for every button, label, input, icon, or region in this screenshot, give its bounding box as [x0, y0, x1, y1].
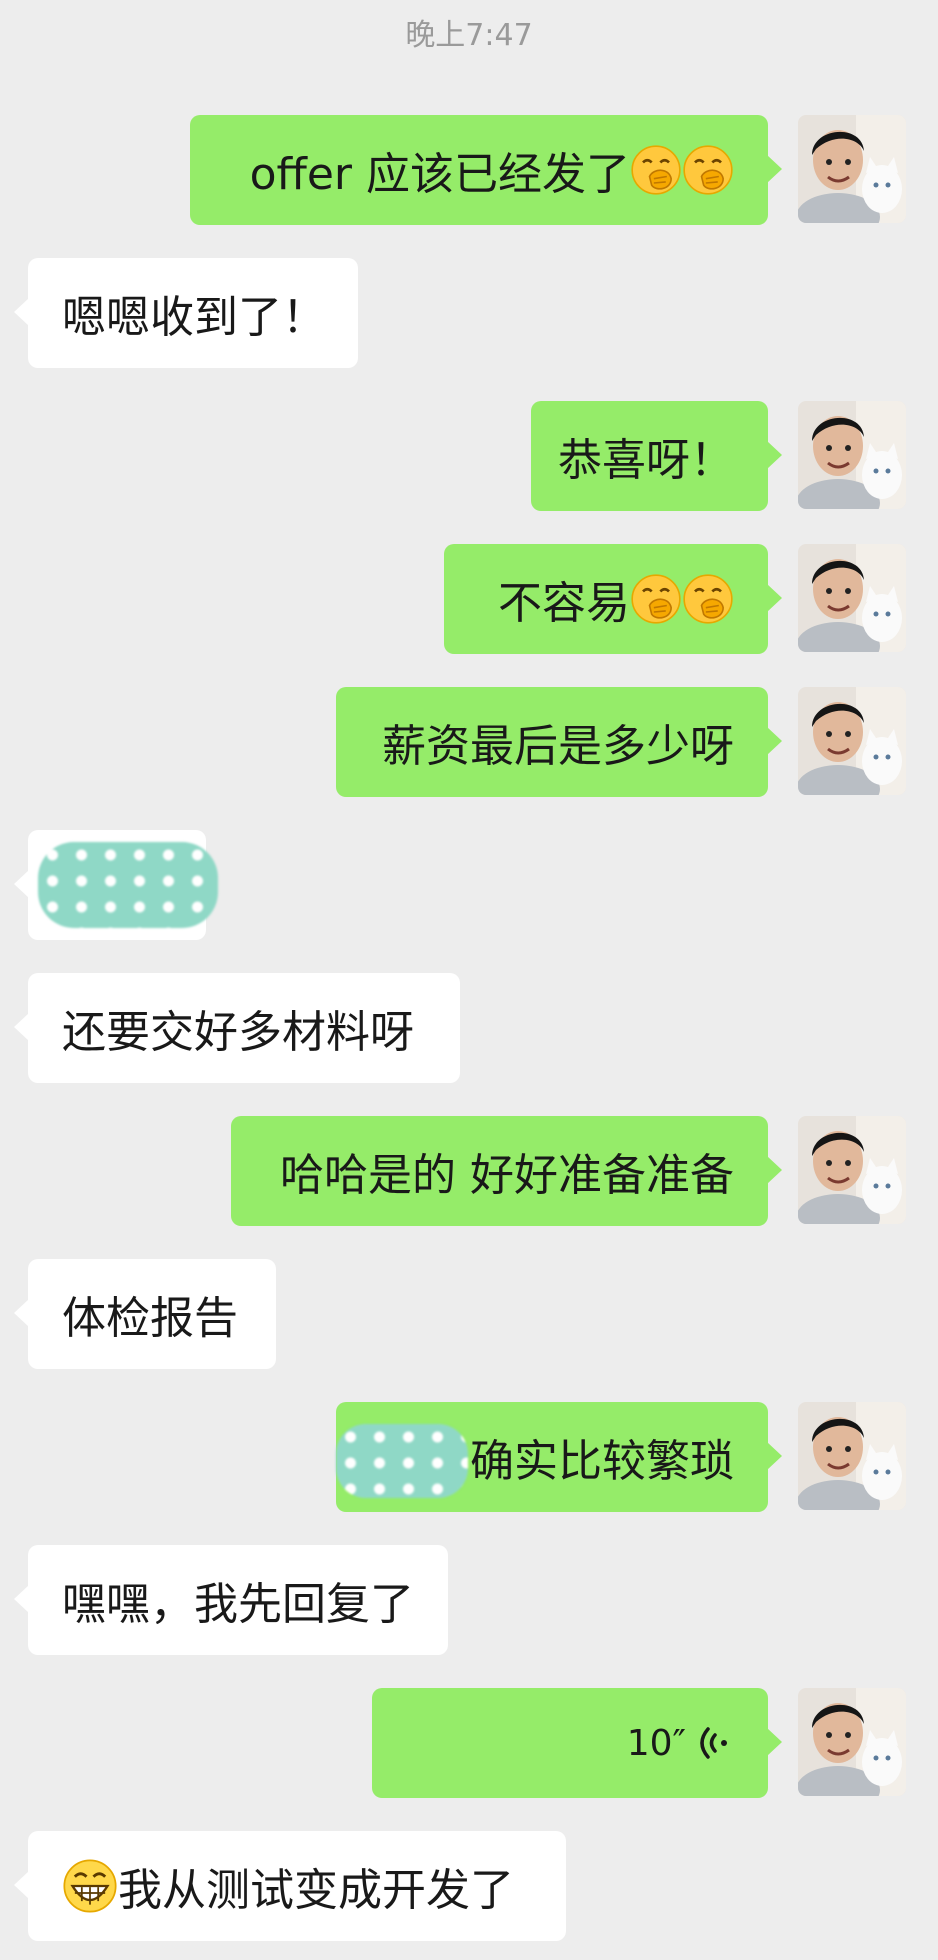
message-bubble-outgoing[interactable]: 哈哈是的 好好准备准备 — [231, 1116, 782, 1226]
redaction-mask — [336, 1424, 468, 1498]
message-row — [0, 830, 938, 940]
message-text: 嘿嘿，我先回复了 — [62, 1579, 414, 1630]
message-text: 嗯嗯收到了！ — [62, 292, 326, 343]
message-bubble-incoming[interactable]: 嘿嘿，我先回复了 — [14, 1545, 448, 1655]
message-bubble-outgoing[interactable]: 恭喜呀！ — [531, 401, 782, 511]
message-text: 恭喜呀！ — [558, 435, 734, 486]
message-bubble-outgoing[interactable]: 薪资最后是多少呀 — [336, 687, 782, 797]
message-bubble-incoming[interactable]: 我从测试变成开发了 — [14, 1831, 566, 1941]
message-bubble-outgoing[interactable]: 确实比较繁琐 — [336, 1402, 782, 1512]
avatar[interactable] — [798, 687, 906, 795]
face-with-hand-over-mouth-icon — [630, 573, 682, 625]
avatar[interactable] — [798, 1688, 906, 1796]
message-bubble-incoming-redacted[interactable] — [14, 830, 218, 940]
message-text: 不容易 — [498, 578, 630, 629]
avatar[interactable] — [798, 544, 906, 652]
message-row: 10″ — [0, 1688, 938, 1798]
redaction-mask — [38, 842, 218, 928]
voice-duration: 10″ — [626, 1722, 686, 1764]
message-row: offer 应该已经发了 — [0, 115, 938, 225]
message-text: 体检报告 — [62, 1293, 238, 1344]
message-row: 我从测试变成开发了 — [0, 1831, 938, 1941]
avatar[interactable] — [798, 1116, 906, 1224]
grinning-face-icon — [62, 1858, 118, 1914]
message-row: 确实比较繁琐 — [0, 1402, 938, 1512]
message-row: 不容易 — [0, 544, 938, 654]
message-bubble-outgoing[interactable]: offer 应该已经发了 — [190, 115, 782, 225]
message-row: 嘿嘿，我先回复了 — [0, 1545, 938, 1655]
message-bubble-incoming[interactable]: 还要交好多材料呀 — [14, 973, 460, 1083]
message-row: 还要交好多材料呀 — [0, 973, 938, 1083]
face-with-hand-over-mouth-icon — [682, 144, 734, 196]
voice-message-bubble[interactable]: 10″ — [372, 1688, 782, 1798]
avatar[interactable] — [798, 401, 906, 509]
message-text: 确实比较繁琐 — [470, 1436, 734, 1487]
timestamp: 晚上7:47 — [405, 18, 533, 53]
face-with-hand-over-mouth-icon — [630, 144, 682, 196]
avatar[interactable] — [798, 1402, 906, 1510]
message-row: 嗯嗯收到了！ — [0, 258, 938, 368]
message-row: 恭喜呀！ — [0, 401, 938, 511]
message-text: 哈哈是的 好好准备准备 — [280, 1150, 734, 1201]
voice-wave-icon — [700, 1727, 727, 1759]
message-bubble-incoming[interactable]: 体检报告 — [14, 1259, 276, 1369]
message-text: 还要交好多材料呀 — [62, 1007, 414, 1058]
message-row: 体检报告 — [0, 1259, 938, 1369]
message-row: 哈哈是的 好好准备准备 — [0, 1116, 938, 1226]
avatar[interactable] — [798, 115, 906, 223]
message-bubble-outgoing[interactable]: 不容易 — [444, 544, 782, 654]
message-text: 薪资最后是多少呀 — [382, 721, 734, 772]
message-bubble-incoming[interactable]: 嗯嗯收到了！ — [14, 258, 358, 368]
message-row: 薪资最后是多少呀 — [0, 687, 938, 797]
message-text: offer 应该已经发了 — [249, 149, 630, 200]
face-with-hand-over-mouth-icon — [682, 573, 734, 625]
message-text: 我从测试变成开发了 — [118, 1865, 514, 1916]
